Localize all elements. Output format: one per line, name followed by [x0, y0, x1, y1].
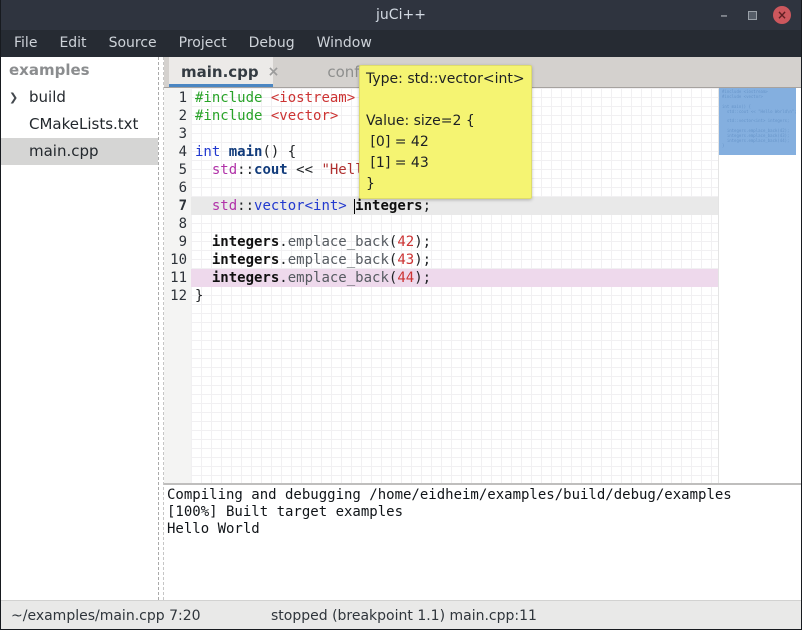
window-title: juCi++ [376, 7, 426, 23]
console-line: [100%] Built target examples [167, 504, 801, 521]
tree-item-label: build [29, 88, 66, 106]
statusbar: ~/examples/main.cpp 7:20 stopped (breakp… [1, 600, 801, 630]
menu-window[interactable]: Window [306, 30, 383, 57]
app-window: juCi++ – × FileEditSourceProjectDebugWin… [0, 0, 802, 630]
code-line-9[interactable]: integers.emplace_back(42); [191, 233, 718, 251]
status-file-location: ~/examples/main.cpp 7:20 [1, 608, 201, 624]
code-line-12[interactable]: } [191, 287, 718, 305]
tree-item-build[interactable]: ❯ build [1, 84, 158, 111]
line-number[interactable]: 10 [164, 251, 191, 269]
minimize-icon[interactable]: – [716, 10, 732, 20]
status-debug-state: stopped (breakpoint 1.1) main.cpp:11 [271, 608, 537, 624]
debug-value-tooltip: Type: std::vector<int> Value: size=2 { [… [359, 65, 532, 199]
scrollbar-strip[interactable] [796, 88, 801, 483]
line-number[interactable]: 1 [164, 89, 191, 107]
project-name-header: examples [1, 57, 158, 84]
code-line-7[interactable]: std::vector<int> integers; [191, 197, 718, 215]
menu-edit[interactable]: Edit [48, 30, 97, 57]
menu-debug[interactable]: Debug [238, 30, 306, 57]
code-line-10[interactable]: integers.emplace_back(43); [191, 251, 718, 269]
gutter[interactable]: 123456789101112 [164, 88, 191, 483]
tab-label: main.cpp [181, 63, 259, 81]
line-number[interactable]: 11 [164, 269, 191, 287]
line-number[interactable]: 9 [164, 233, 191, 251]
tooltip-line [366, 90, 525, 111]
menu-file[interactable]: File [3, 30, 48, 57]
line-number[interactable]: 3 [164, 125, 191, 143]
line-number[interactable]: 8 [164, 215, 191, 233]
line-number[interactable]: 6 [164, 179, 191, 197]
tooltip-line: } [366, 174, 525, 195]
minimap[interactable]: #include <iostream> #include <vector> in… [718, 88, 796, 483]
console-line: Hello World [167, 521, 801, 538]
window-controls: – × [716, 0, 791, 30]
minimap-viewport[interactable] [719, 88, 796, 155]
tooltip-line: Type: std::vector<int> [366, 69, 525, 90]
menubar: FileEditSourceProjectDebugWindow [1, 30, 801, 57]
tooltip-line: Value: size=2 { [366, 111, 525, 132]
tab-main-cpp[interactable]: main.cpp× [169, 57, 273, 87]
tree-item-label: main.cpp [29, 142, 99, 160]
tooltip-line: [0] = 42 [366, 132, 525, 153]
menu-source[interactable]: Source [98, 30, 168, 57]
line-number[interactable]: 12 [164, 287, 191, 305]
line-number[interactable]: 4 [164, 143, 191, 161]
titlebar[interactable]: juCi++ – × [1, 0, 801, 30]
code-line-11[interactable]: integers.emplace_back(44); [191, 269, 718, 287]
file-tree: ❯ build CMakeLists.txt main.cpp [1, 84, 158, 165]
line-number[interactable]: 2 [164, 107, 191, 125]
chevron-right-icon[interactable]: ❯ [9, 84, 18, 111]
line-number[interactable]: 5 [164, 161, 191, 179]
console-line: Compiling and debugging /home/eidheim/ex… [167, 487, 801, 504]
restore-icon[interactable] [748, 11, 757, 20]
close-icon[interactable]: × [773, 6, 791, 24]
file-tree-panel: examples ❯ build CMakeLists.txt main.cpp [1, 57, 158, 600]
line-number[interactable]: 7 [164, 197, 191, 215]
tree-item-label: CMakeLists.txt [29, 115, 138, 133]
tooltip-line: [1] = 43 [366, 153, 525, 174]
tree-item-cmakelists-txt[interactable]: CMakeLists.txt [1, 111, 158, 138]
tree-item-main-cpp[interactable]: main.cpp [1, 138, 158, 165]
console-output[interactable]: Compiling and debugging /home/eidheim/ex… [164, 483, 801, 600]
code-line-8[interactable] [191, 215, 718, 233]
menu-project[interactable]: Project [168, 30, 238, 57]
